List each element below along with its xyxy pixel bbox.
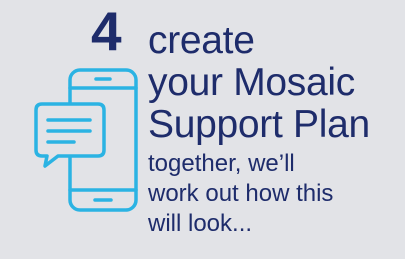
chat-bubble: [34, 102, 106, 168]
title-line-1: create: [148, 19, 255, 62]
title-line-2: your Mosaic: [148, 61, 355, 104]
step-number: 4: [91, 0, 122, 62]
step-title: create your Mosaic Support Plan: [148, 20, 370, 146]
description-line-2: work out how this: [148, 180, 334, 207]
step-description: together, we’ll work out how this will l…: [148, 149, 333, 239]
phone-chat-icon: [34, 68, 138, 212]
description-line-1: together, we’ll: [148, 150, 295, 177]
title-line-3: Support Plan: [148, 103, 370, 146]
description-line-3: will look...: [148, 210, 253, 237]
step-card: 4 create your Mosaic Support Plan togeth…: [0, 0, 405, 259]
